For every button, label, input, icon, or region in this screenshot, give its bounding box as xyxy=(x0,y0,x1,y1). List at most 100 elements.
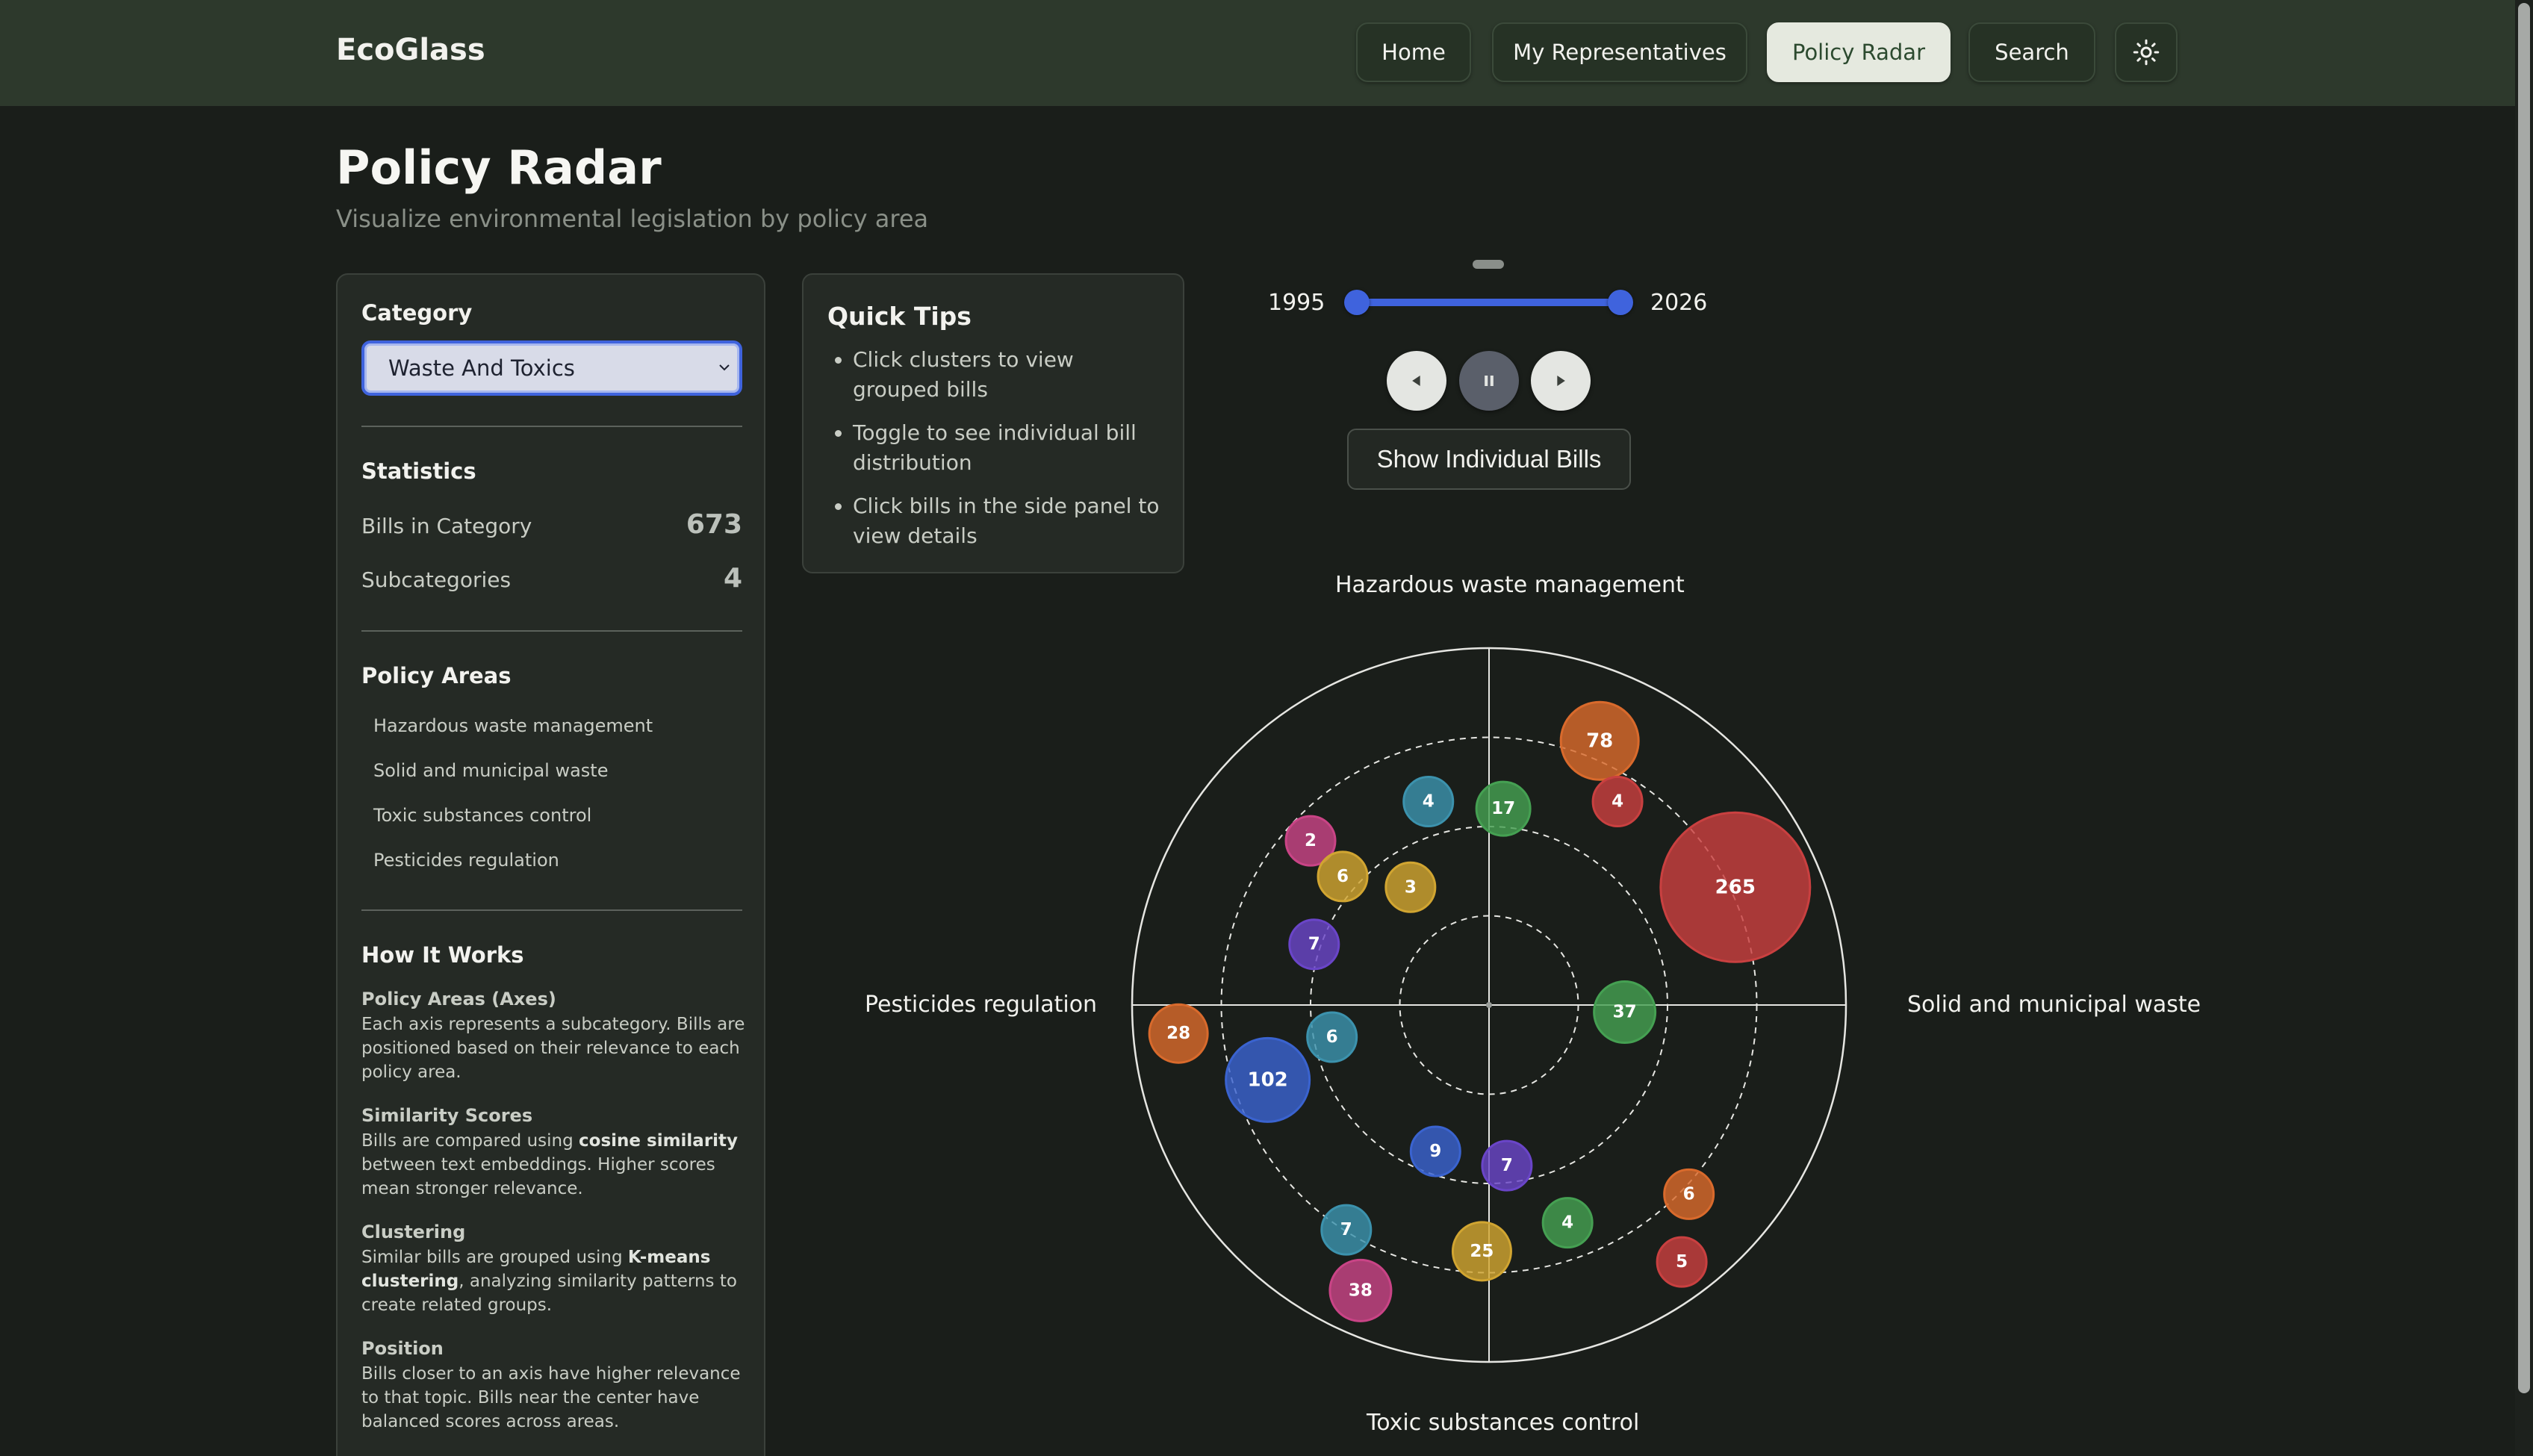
stat-label: Subcategories xyxy=(361,567,512,592)
tip-item: Toggle to see individual bill distributi… xyxy=(853,418,1166,478)
cluster-count-label: 6 xyxy=(1337,867,1349,886)
cluster-bubble[interactable]: 28 xyxy=(1148,1003,1209,1064)
cluster-bubble[interactable]: 3 xyxy=(1384,861,1437,913)
cluster-bubble[interactable]: 37 xyxy=(1593,980,1657,1045)
statistics-title: Statistics xyxy=(361,458,476,484)
quick-tips-list: Click clusters to view grouped bills Tog… xyxy=(853,345,1166,564)
cluster-bubble[interactable]: 78 xyxy=(1559,700,1640,781)
cluster-bubble[interactable]: 4 xyxy=(1402,776,1455,828)
stat-value: 4 xyxy=(723,563,742,594)
prev-icon xyxy=(1412,376,1420,386)
divider xyxy=(361,630,742,632)
quick-tips-title: Quick Tips xyxy=(827,302,972,331)
cluster-count-label: 7 xyxy=(1340,1220,1352,1239)
cluster-count-label: 6 xyxy=(1326,1027,1338,1047)
cluster-bubble[interactable]: 25 xyxy=(1451,1221,1512,1282)
cluster-count-label: 4 xyxy=(1561,1213,1573,1233)
nav-my-representatives-button[interactable]: My Representatives xyxy=(1492,22,1747,82)
page-subtitle: Visualize environmental legislation by p… xyxy=(336,205,929,233)
slider-thumb-end[interactable] xyxy=(1608,290,1633,315)
cluster-bubble[interactable]: 7 xyxy=(1481,1139,1533,1192)
cluster-count-label: 102 xyxy=(1247,1068,1287,1091)
axis-label-left: Pesticides regulation xyxy=(865,992,1098,1018)
divider xyxy=(361,426,742,427)
axis-label-right: Solid and municipal waste xyxy=(1907,992,2201,1018)
start-year-label: 1995 xyxy=(1268,290,1325,316)
cluster-count-label: 25 xyxy=(1470,1242,1494,1261)
cluster-count-label: 2 xyxy=(1305,831,1317,850)
scrollbar-thumb[interactable] xyxy=(2518,3,2530,1393)
show-individual-bills-button[interactable]: Show Individual Bills xyxy=(1347,429,1631,490)
policy-area-item: Solid and municipal waste xyxy=(373,760,609,781)
category-select[interactable]: Waste And Toxics xyxy=(361,340,742,396)
cluster-bubble[interactable]: 38 xyxy=(1328,1258,1393,1322)
cluster-count-label: 9 xyxy=(1429,1142,1441,1161)
cluster-bubble[interactable]: 9 xyxy=(1409,1125,1461,1177)
nav-policy-radar-button[interactable]: Policy Radar xyxy=(1767,22,1951,82)
next-icon xyxy=(1557,376,1565,386)
stat-label: Bills in Category xyxy=(361,514,532,538)
drag-handle[interactable] xyxy=(1473,260,1504,269)
stat-bills-in-category: Bills in Category 673 xyxy=(361,509,742,540)
sun-icon xyxy=(2133,39,2160,66)
axis-label-bottom: Toxic substances control xyxy=(1367,1410,1640,1436)
cluster-bubble[interactable]: 6 xyxy=(1663,1168,1715,1220)
radar-center-dot xyxy=(1486,1002,1492,1008)
cluster-bubble[interactable]: 4 xyxy=(1591,776,1644,828)
cluster-count-label: 6 xyxy=(1683,1184,1695,1204)
cluster-count-label: 7 xyxy=(1501,1156,1513,1175)
brand-logo[interactable]: EcoGlass xyxy=(336,33,485,67)
cluster-bubble[interactable]: 6 xyxy=(1317,850,1369,903)
policy-area-item: Hazardous waste management xyxy=(373,715,653,736)
policy-area-item: Pesticides regulation xyxy=(373,850,559,871)
chevron-down-icon xyxy=(719,364,730,371)
stat-subcategories: Subcategories 4 xyxy=(361,563,742,594)
cluster-count-label: 37 xyxy=(1613,1003,1637,1022)
cluster-count-label: 38 xyxy=(1349,1281,1373,1300)
how-section-title: Position xyxy=(361,1338,444,1359)
tip-item: Click clusters to view grouped bills xyxy=(853,345,1166,405)
cluster-count-label: 4 xyxy=(1423,792,1435,812)
next-button[interactable] xyxy=(1531,351,1591,411)
how-section-text: Each axis represents a subcategory. Bill… xyxy=(361,1015,745,1082)
cluster-count-label: 78 xyxy=(1586,729,1613,752)
how-section-title: Policy Areas (Axes) xyxy=(361,989,556,1009)
divider xyxy=(361,909,742,911)
nav-home-button[interactable]: Home xyxy=(1356,22,1471,82)
category-label: Category xyxy=(361,300,473,326)
cluster-bubble[interactable]: 265 xyxy=(1659,811,1812,963)
how-it-works-title: How It Works xyxy=(361,942,524,968)
pause-icon xyxy=(1485,376,1494,386)
page-scrollbar[interactable] xyxy=(2515,0,2533,1456)
slider-thumb-start[interactable] xyxy=(1344,290,1370,315)
stat-value: 673 xyxy=(686,509,742,540)
cluster-bubble[interactable]: 6 xyxy=(1306,1011,1358,1063)
category-select-value: Waste And Toxics xyxy=(388,355,575,381)
cluster-count-label: 5 xyxy=(1676,1252,1688,1272)
theme-toggle-button[interactable] xyxy=(2115,22,2178,82)
nav-search-button[interactable]: Search xyxy=(1968,22,2095,82)
how-section-text: Bills are compared using cosine similari… xyxy=(361,1131,739,1198)
previous-button[interactable] xyxy=(1387,351,1446,411)
top-navigation-bar: EcoGlass Home My Representatives Policy … xyxy=(0,0,2533,106)
how-section-title: Clustering xyxy=(361,1222,466,1242)
cluster-count-label: 3 xyxy=(1405,877,1417,897)
cluster-count-label: 4 xyxy=(1612,792,1623,812)
policy-area-item: Toxic substances control xyxy=(373,805,592,826)
cluster-bubble[interactable]: 17 xyxy=(1475,780,1532,837)
cluster-count-label: 7 xyxy=(1308,935,1320,954)
cluster-bubble[interactable]: 7 xyxy=(1288,918,1340,971)
policy-areas-title: Policy Areas xyxy=(361,663,512,688)
end-year-label: 2026 xyxy=(1650,290,1708,316)
sidebar-panel: Category Waste And Toxics Statistics Bil… xyxy=(336,273,765,1456)
pause-button[interactable] xyxy=(1459,351,1519,411)
year-range-slider[interactable] xyxy=(1356,299,1620,306)
cluster-bubble[interactable]: 4 xyxy=(1541,1197,1594,1249)
policy-radar-chart: 78426517426373728 61029746725385 xyxy=(1131,647,1847,1363)
cluster-bubble[interactable]: 5 xyxy=(1656,1236,1708,1288)
radar-clusters: 78426517426373728 61029746725385 xyxy=(1148,700,1812,1322)
how-section-text: Bills closer to an axis have higher rele… xyxy=(361,1364,741,1431)
cluster-bubble[interactable]: 102 xyxy=(1225,1036,1311,1123)
cluster-bubble[interactable]: 7 xyxy=(1320,1204,1373,1256)
how-section-text: Similar bills are grouped using K-means … xyxy=(361,1248,737,1315)
